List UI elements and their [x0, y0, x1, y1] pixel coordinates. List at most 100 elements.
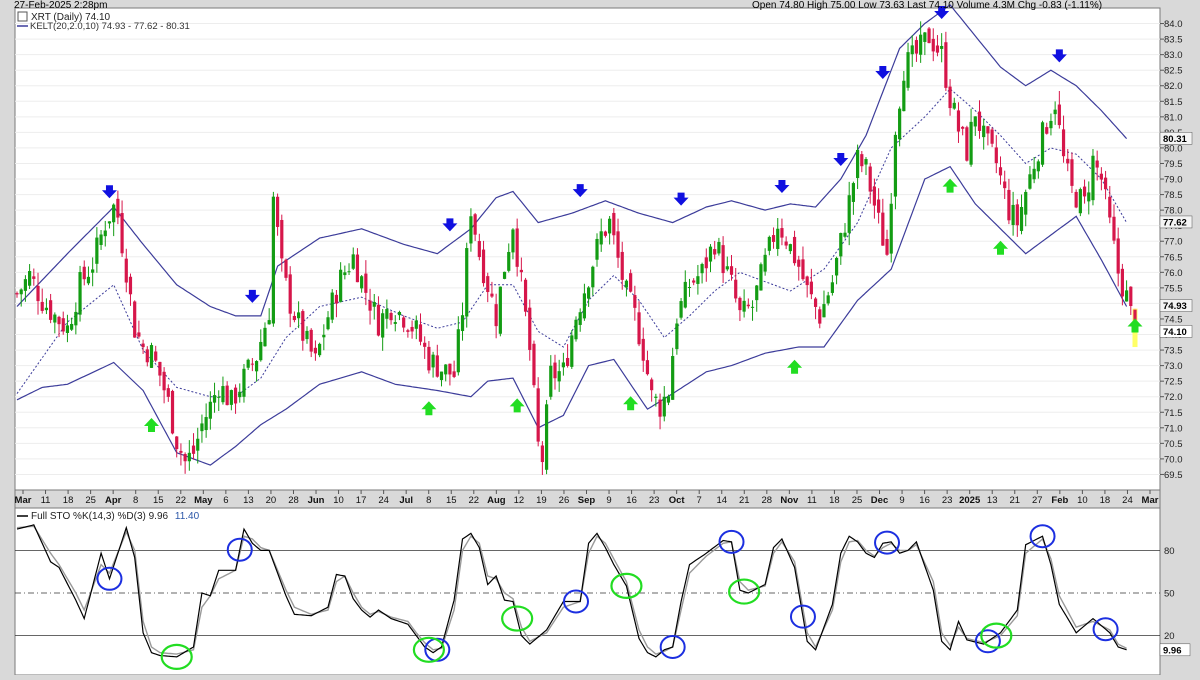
candle-down [406, 330, 410, 332]
candle-down [860, 154, 864, 167]
candle-up [112, 204, 116, 223]
candle-up [1040, 122, 1045, 165]
candle-down [948, 86, 952, 109]
price-legend-swatch [17, 11, 28, 22]
candle-down [961, 126, 965, 129]
date-tick-label: Mar [1142, 495, 1159, 506]
price-tick-label: 84.0 [1164, 19, 1183, 30]
sto-legend-d: 11.40 [175, 511, 200, 522]
candle-down [620, 251, 624, 280]
candle-down [885, 238, 889, 255]
candle-up [982, 125, 986, 138]
date-tick-label: 21 [739, 495, 750, 506]
candle-down [145, 349, 149, 363]
date-tick-label: 18 [63, 495, 74, 506]
price-tick-label: 76.5 [1164, 252, 1183, 263]
candle-up [212, 395, 217, 403]
candle-down [280, 219, 284, 259]
candle-up [456, 329, 460, 373]
candle-down [565, 357, 570, 366]
candle-down [154, 351, 158, 361]
candle-down [738, 297, 742, 311]
candle-up [763, 254, 767, 272]
date-tick-label: 2025 [959, 495, 981, 506]
candle-down [49, 300, 53, 320]
candle-down [1061, 129, 1066, 157]
price-tick-label: 82.5 [1164, 66, 1183, 77]
candle-up [149, 345, 154, 368]
candle-down [301, 311, 305, 341]
price-tick-label: 70.5 [1164, 439, 1183, 450]
candle-down [553, 362, 557, 379]
date-tick-label: 8 [133, 495, 138, 506]
candle-up [856, 149, 860, 179]
candle-down [1120, 268, 1124, 297]
price-panel [14, 7, 1161, 491]
date-tick-label: 10 [333, 495, 344, 506]
candle-down [309, 329, 313, 352]
candle-down [191, 445, 196, 454]
date-tick-label: Apr [105, 495, 122, 506]
date-tick-label: 18 [829, 495, 840, 506]
candle-down [1066, 158, 1070, 164]
candle-up [608, 218, 612, 234]
kelt-middle-badge: 77.62 [1163, 217, 1187, 228]
candle-up [544, 404, 549, 470]
date-tick-label: 23 [649, 495, 660, 506]
candle-up [1024, 191, 1028, 215]
candle-up [103, 230, 107, 237]
sto-tick-label: 80 [1164, 546, 1175, 557]
candle-up [238, 391, 242, 398]
sto-tick-label: 50 [1164, 589, 1175, 600]
date-tick-label: 13 [987, 495, 998, 506]
last-price-badge: 74.10 [1163, 327, 1187, 338]
candle-down [1003, 181, 1007, 189]
candle-up [107, 221, 112, 224]
candle-down [616, 231, 620, 258]
candle-up [1124, 290, 1129, 302]
candle-up [44, 307, 49, 311]
candle-up [549, 365, 553, 397]
price-tick-label: 73.5 [1164, 346, 1183, 357]
candle-down [423, 342, 427, 347]
date-tick-label: May [194, 495, 213, 506]
date-tick-label: 17 [356, 495, 367, 506]
candle-down [61, 318, 65, 332]
candle-up [1053, 109, 1057, 115]
candle-down [658, 399, 662, 417]
candle-up [19, 289, 23, 295]
candle-up [889, 203, 893, 254]
candle-up [511, 229, 515, 253]
candle-up [834, 257, 839, 276]
candle-down [721, 245, 725, 274]
date-tick-label: Feb [1051, 495, 1068, 506]
price-tick-label: 73.0 [1164, 361, 1183, 372]
candle-down [977, 111, 982, 131]
price-tick-label: 81.5 [1164, 97, 1183, 108]
candle-up [217, 396, 221, 398]
candle-up [381, 313, 385, 338]
candle-down [40, 301, 44, 311]
date-tick-label: 12 [514, 495, 525, 506]
candle-up [246, 359, 250, 368]
candle-down [641, 338, 645, 361]
candle-up [70, 323, 74, 330]
candle-up [259, 341, 263, 361]
date-tick-label: 26 [559, 495, 570, 506]
date-tick-label: Dec [871, 495, 888, 506]
candle-down [603, 231, 608, 236]
candle-up [662, 396, 666, 417]
candle-up [204, 417, 208, 431]
candle-up [675, 323, 679, 350]
candle-down [175, 436, 179, 450]
candle-up [826, 295, 830, 304]
candle-up [86, 276, 91, 284]
candle-up [74, 311, 78, 326]
date-tick-label: Mar [15, 495, 32, 506]
candle-down [877, 199, 881, 213]
candle-down [15, 293, 19, 295]
candle-down [519, 269, 523, 273]
date-tick-label: 10 [1077, 495, 1088, 506]
candle-down [1045, 127, 1049, 134]
candle-up [851, 183, 855, 202]
